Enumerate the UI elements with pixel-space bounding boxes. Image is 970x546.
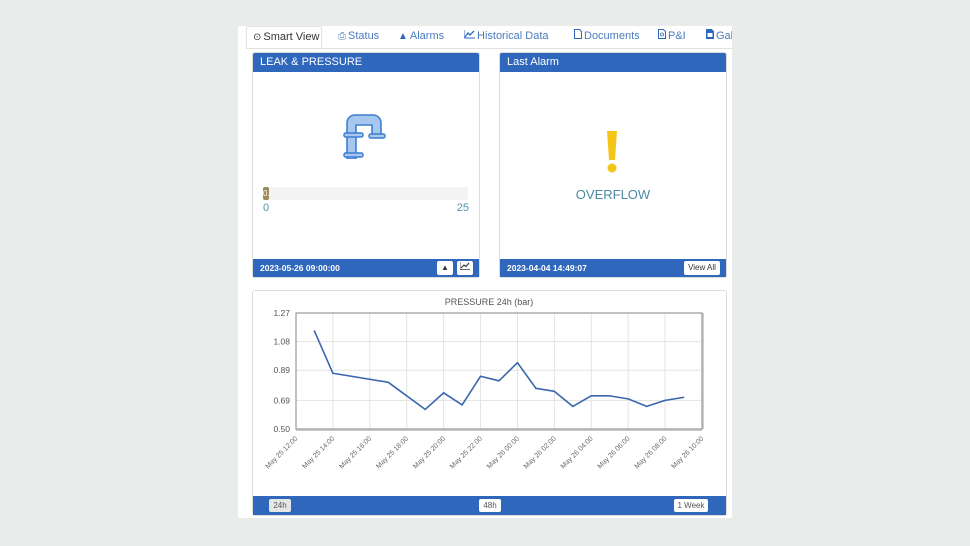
- x-tick-label: May 26 04:00: [560, 435, 595, 470]
- range-1week-button[interactable]: 1 Week: [674, 499, 708, 512]
- tab-bar: ⊙ Smart View ⎙ Status ▲ Alarms Historical D…: [246, 26, 732, 49]
- y-tick-label: 0.69: [273, 395, 290, 405]
- y-tick-label: 0.50: [273, 424, 290, 434]
- x-tick-label: May 25 18:00: [375, 435, 410, 470]
- x-tick-label: May 25 14:00: [301, 435, 336, 470]
- tab-documents[interactable]: Documents: [568, 26, 646, 48]
- x-tick-label: May 25 12:00: [264, 435, 299, 470]
- image-file-icon: [706, 29, 714, 42]
- data-point: [553, 390, 556, 393]
- data-point: [590, 395, 593, 397]
- data-point: [461, 404, 463, 406]
- pressure-progress-bar: 0.71: [263, 187, 468, 200]
- data-point: [645, 405, 648, 408]
- x-tick-label: May 25 22:00: [449, 435, 484, 470]
- range-bar: 24h 48h 1 Week: [253, 496, 726, 515]
- alarm-panel-title: Last Alarm: [500, 53, 726, 72]
- alarm-text: OVERFLOW: [575, 187, 651, 202]
- leak-panel-title: LEAK & PRESSURE: [253, 53, 479, 72]
- line-chart-icon: [459, 262, 470, 272]
- leak-timestamp: 2023-05-26 09:00:00: [260, 263, 340, 273]
- alarm-timestamp: 2023-04-04 14:49:07: [507, 263, 587, 273]
- x-tick-label: May 26 06:00: [597, 435, 632, 470]
- x-tick-label: May 25 20:00: [412, 435, 447, 470]
- clock-icon: ⊙: [253, 32, 262, 43]
- data-point: [332, 372, 334, 375]
- alarm-panel-footer: 2023-04-04 14:49:07 View All: [500, 259, 726, 277]
- x-tick-label: May 25 16:00: [338, 435, 373, 470]
- data-point: [442, 392, 445, 394]
- tab-p-and-i[interactable]: P&I: [652, 26, 692, 48]
- leak-panel-footer: 2023-05-26 09:00:00 ▲: [253, 259, 479, 277]
- y-tick-label: 0.89: [273, 365, 290, 375]
- data-point: [608, 395, 611, 397]
- main-container: ⊙ Smart View ⎙ Status ▲ Alarms Historical D…: [238, 26, 732, 518]
- tab-alarms[interactable]: ▲ Alarms: [392, 26, 450, 48]
- y-tick-label: 1.27: [273, 308, 290, 318]
- warning-icon: ▲: [398, 31, 408, 42]
- data-point: [516, 361, 519, 364]
- data-point: [479, 375, 482, 378]
- pressure-chart: PRESSURE 24h (bar) 0.50 0.69 0.89 1.08 1.27 M…: [264, 297, 705, 470]
- data-point: [387, 381, 390, 384]
- x-tick-label: May 26 10:00: [670, 435, 705, 470]
- chart-button[interactable]: [457, 261, 473, 275]
- exclamation-icon: [605, 131, 619, 178]
- data-point: [424, 408, 426, 411]
- pdf-file-icon: [658, 29, 666, 42]
- chart-title: PRESSURE 24h (bar): [445, 297, 534, 307]
- y-tick-label: 1.08: [273, 337, 290, 347]
- data-point: [535, 387, 537, 390]
- plot-frame: [295, 312, 703, 430]
- tab-gallery[interactable]: Galle: [700, 26, 732, 48]
- x-tick-label: May 26 00:00: [486, 435, 521, 470]
- scale-max: 25: [456, 202, 469, 214]
- tab-historical-data[interactable]: Historical Data: [458, 26, 555, 48]
- warning-icon: ▲: [441, 263, 449, 272]
- pressure-chart-panel: PRESSURE 24h (bar) 0.50 0.69 0.89 1.08 1.27 M…: [252, 290, 727, 516]
- tab-smart-view[interactable]: ⊙ Smart View: [246, 26, 322, 48]
- scale-min: 0: [263, 202, 270, 214]
- tab-status[interactable]: ⎙ Status: [332, 26, 385, 48]
- file-icon: [574, 29, 582, 42]
- line-chart-icon: [463, 30, 475, 42]
- data-point: [572, 405, 574, 408]
- range-48h-button[interactable]: 48h: [479, 499, 501, 512]
- range-24h-button[interactable]: 24h: [269, 499, 291, 512]
- data-point: [627, 398, 629, 400]
- last-alarm-panel: Last Alarm OVERFLOW 2023-04-04 14:49:07 …: [499, 52, 727, 278]
- pipe-icon: [343, 113, 389, 164]
- x-tick-label: May 26 08:00: [634, 435, 669, 470]
- view-all-button[interactable]: View All: [684, 261, 720, 275]
- alarm-button[interactable]: ▲: [437, 261, 453, 275]
- data-point: [664, 399, 666, 402]
- printer-icon: ⎙: [338, 31, 346, 42]
- x-tick-label: May 26 02:00: [523, 435, 558, 470]
- data-point: [682, 396, 685, 399]
- data-point: [313, 330, 316, 332]
- data-point: [498, 379, 500, 382]
- pressure-progress-fill: 0.71: [263, 187, 269, 200]
- leak-pressure-panel: LEAK & PRESSURE 0.71 0 25 2023-05-26 09:…: [252, 52, 480, 278]
